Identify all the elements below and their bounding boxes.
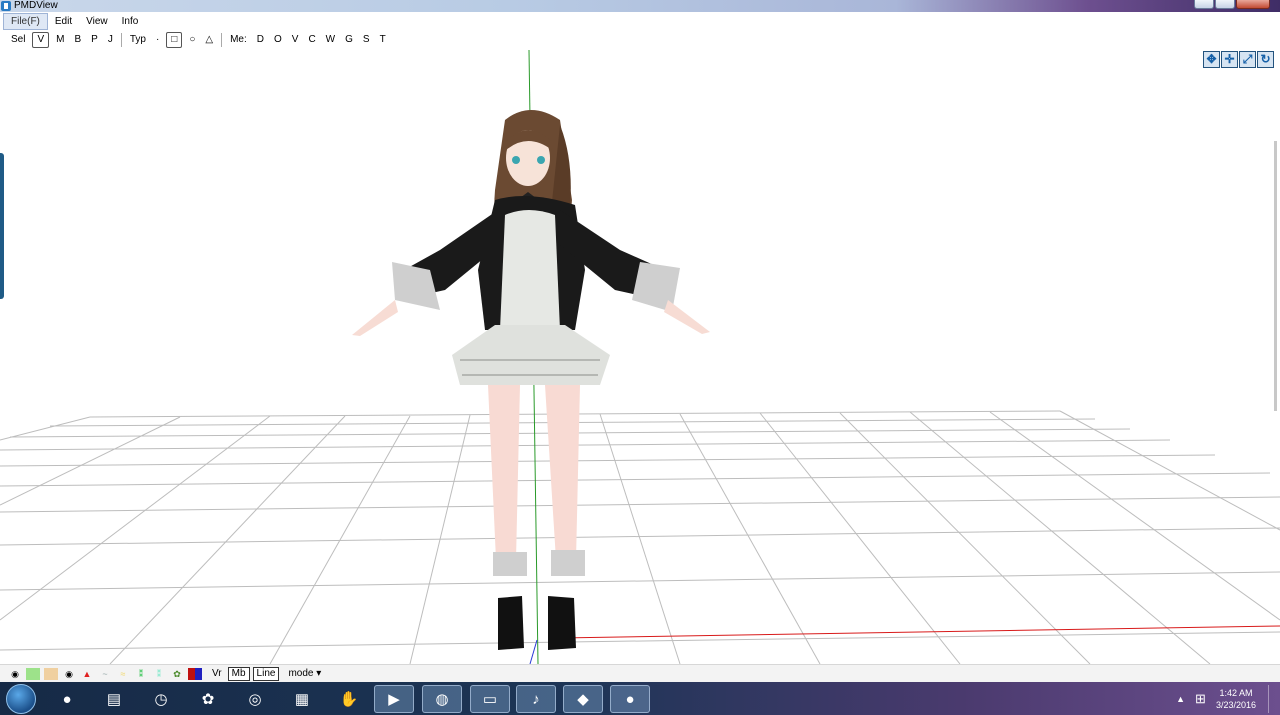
maximize-button[interactable] <box>1215 0 1235 9</box>
close-button[interactable] <box>1236 0 1270 9</box>
mesh-w-button[interactable]: W <box>321 33 340 47</box>
mb-toggle[interactable]: Mb <box>227 666 250 681</box>
firefox-2-icon[interactable]: ● <box>610 685 650 713</box>
chrome-icon[interactable]: ◍ <box>422 685 462 713</box>
rotate-view-icon[interactable]: ↻ <box>1257 51 1274 68</box>
paw-app-icon[interactable]: ✋ <box>329 685 369 713</box>
view-controls: ✥ ✛ ⤢ ↻ <box>1203 51 1274 68</box>
bone-icon[interactable]: ⁑ <box>134 668 148 680</box>
mesh-s-button[interactable]: S <box>358 33 375 47</box>
taskbar: ● ▤ ◷ ✿ ◎ ▦ ✋ ▶ ◍ ▭ ♪ ◆ ● ▲ ⊞ 1:42 AM 3/… <box>0 682 1280 715</box>
clock[interactable]: 1:42 AM 3/23/2016 <box>1216 687 1256 711</box>
line-toggle[interactable]: Line <box>252 666 280 681</box>
zoom-view-icon[interactable]: ⤢ <box>1239 51 1256 68</box>
mode-dropdown[interactable]: mode ▾ <box>288 668 321 679</box>
snes-emulator-icon[interactable]: ▦ <box>282 685 322 713</box>
miku-app-icon[interactable]: ♪ <box>516 685 556 713</box>
type-circle-button[interactable]: ○ <box>184 33 200 47</box>
green-color-swatch[interactable] <box>26 667 40 680</box>
select-bone-button[interactable]: B <box>69 33 86 47</box>
vr-label[interactable]: Vr <box>212 668 222 679</box>
floor-grid <box>0 410 1280 664</box>
clock-date: 3/23/2016 <box>1215 700 1256 710</box>
joint-icon[interactable]: ✿ <box>170 668 184 680</box>
menu-file[interactable]: File(F) <box>3 13 48 30</box>
toolbar-divider <box>120 33 122 47</box>
toolbar-divider <box>221 33 223 47</box>
mesh-g-button[interactable]: G <box>340 33 358 47</box>
chevron-down-icon: ▾ <box>316 668 322 679</box>
flower-app-icon[interactable]: ✿ <box>188 685 228 713</box>
mesh-label: Me: <box>230 34 247 45</box>
folder-icon[interactable]: ▭ <box>470 685 510 713</box>
line-style-icon[interactable]: ~ <box>98 668 112 680</box>
start-button[interactable] <box>6 684 36 714</box>
z-axis-line <box>529 639 538 664</box>
select-joint-button[interactable]: J <box>103 33 118 47</box>
firefox-icon[interactable]: ● <box>47 685 87 713</box>
system-tray: ▲ ⊞ 1:42 AM 3/23/2016 <box>1176 685 1272 713</box>
physics-icon[interactable]: ⁑ <box>152 668 166 680</box>
tray-overflow-icon[interactable]: ▲ <box>1176 694 1185 704</box>
window-title: PMDView <box>14 0 58 11</box>
type-rect-button[interactable]: □ <box>166 32 183 48</box>
menu-edit[interactable]: Edit <box>48 14 79 29</box>
mesh-o-button[interactable]: O <box>269 33 287 47</box>
pan-view-icon[interactable]: ✛ <box>1221 51 1238 68</box>
triangle-icon[interactable]: ▲ <box>80 668 94 680</box>
mesh-d-button[interactable]: D <box>252 33 269 47</box>
color-pick-icon[interactable] <box>188 667 202 680</box>
3d-scene[interactable] <box>0 49 1280 664</box>
title-bar[interactable]: PMDView <box>0 0 1280 12</box>
pmdview-taskbar-icon[interactable]: ◆ <box>563 685 603 713</box>
light-icon[interactable]: ≈ <box>116 668 130 680</box>
select-label: Sel <box>11 34 26 45</box>
mesh-t-button[interactable]: T <box>375 33 391 47</box>
eye-app-icon[interactable]: ◎ <box>235 685 275 713</box>
toolbar: Sel V M B P J Typ · □ ○ △ Me: D O V C W … <box>0 31 1280 49</box>
3d-viewport[interactable]: ✥ ✛ ⤢ ↻ <box>0 49 1280 664</box>
character-model <box>352 110 710 650</box>
select-vertex-button[interactable]: V <box>32 32 50 48</box>
show-desktop-button[interactable] <box>1268 685 1272 713</box>
menu-bar: File(F) Edit View Info <box>0 12 1280 31</box>
radio-icon-2[interactable]: ◉ <box>62 668 76 680</box>
menu-view[interactable]: View <box>79 14 115 29</box>
pmdview-app-icon <box>1 1 11 11</box>
select-material-button[interactable]: M <box>51 33 69 47</box>
menu-info[interactable]: Info <box>115 14 146 29</box>
tan-color-swatch[interactable] <box>44 667 58 680</box>
side-panel-tab[interactable] <box>0 153 4 299</box>
minimize-button[interactable] <box>1194 0 1214 9</box>
type-label: Typ <box>129 34 146 45</box>
clock-time: 1:42 AM <box>1219 688 1253 698</box>
viewport-scrollbar[interactable] <box>1274 141 1277 411</box>
radio-icon[interactable]: ◉ <box>8 668 22 680</box>
mode-label: mode <box>288 668 314 679</box>
windows-flag-icon[interactable]: ⊞ <box>1195 691 1206 707</box>
mesh-v-button[interactable]: V <box>287 33 304 47</box>
file-manager-icon[interactable]: ▤ <box>94 685 134 713</box>
mesh-c-button[interactable]: C <box>303 33 320 47</box>
move-view-icon[interactable]: ✥ <box>1203 51 1220 68</box>
type-point-button[interactable]: · <box>151 33 164 47</box>
status-bar: ◉ ◉ ▲ ~ ≈ ⁑ ⁑ ✿ Vr Mb Line mode ▾ <box>0 664 1280 682</box>
select-physics-button[interactable]: P <box>86 33 103 47</box>
clock-app-icon[interactable]: ◷ <box>141 685 181 713</box>
type-triangle-button[interactable]: △ <box>200 33 218 47</box>
media-player-icon[interactable]: ▶ <box>374 685 414 713</box>
